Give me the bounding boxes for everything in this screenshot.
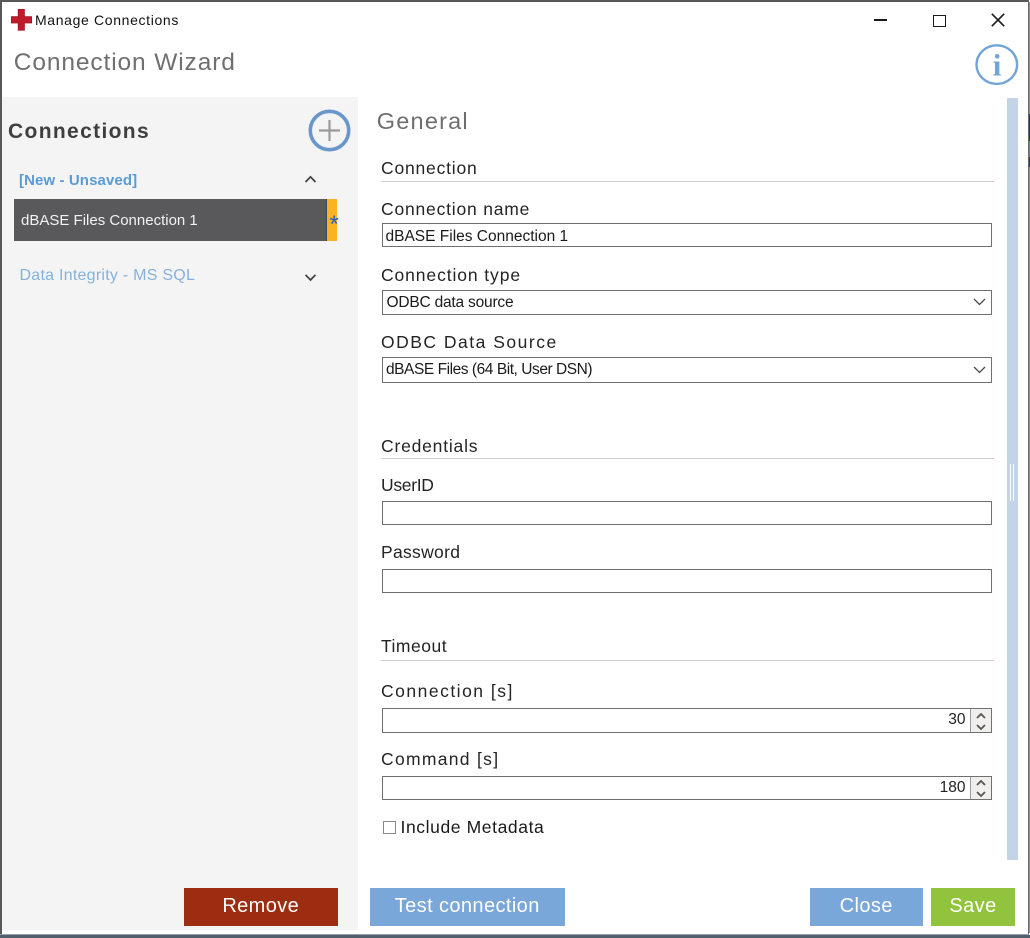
svg-text:i: i [993,47,1002,82]
